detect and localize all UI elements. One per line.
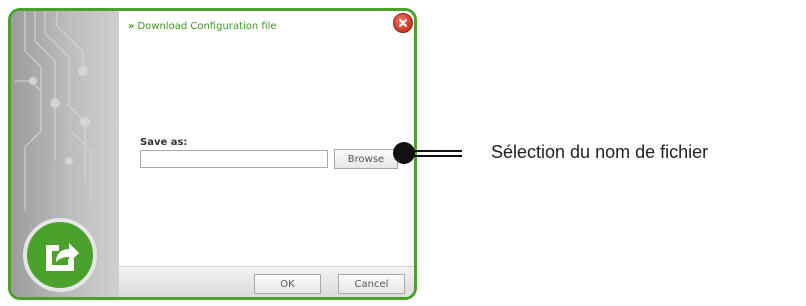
close-button[interactable] [393, 13, 413, 33]
dialog-content: » Download Configuration file Save as: Br… [119, 11, 414, 297]
dialog-title: » Download Configuration file [128, 21, 277, 32]
close-icon [399, 19, 407, 27]
callout-dot [393, 142, 415, 164]
browse-button[interactable]: Browse [334, 149, 398, 169]
export-logo-icon [23, 218, 97, 292]
ok-button[interactable]: OK [254, 274, 321, 294]
dialog-footer: OK Cancel [119, 266, 414, 297]
download-config-dialog: » Download Configuration file Save as: Br… [8, 8, 417, 300]
dialog-title-text: Download Configuration file [137, 21, 277, 32]
cancel-button[interactable]: Cancel [338, 274, 405, 294]
title-chevron-icon: » [128, 21, 135, 32]
callout-line [410, 155, 462, 157]
callout-text: Sélection du nom de fichier [491, 142, 709, 162]
save-as-label: Save as: [140, 137, 188, 148]
side-panel [11, 11, 119, 297]
callout-line [410, 150, 462, 152]
save-as-input[interactable] [140, 150, 328, 168]
